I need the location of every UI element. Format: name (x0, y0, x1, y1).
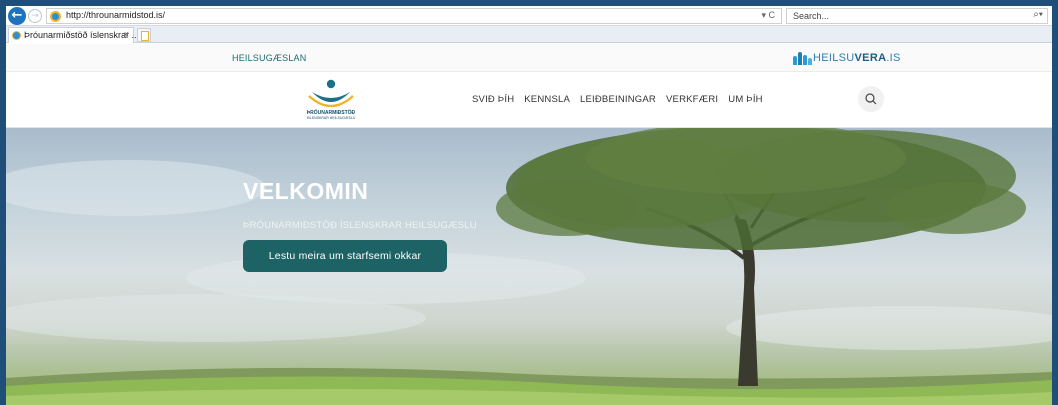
hero-subtitle: ÞRÓUNARMIÐSTÖÐ ÍSLENSKRAR HEILSUGÆSLU (243, 220, 477, 231)
window-frame: ← → http://throunarmidstod.is/ ▾ C Searc… (0, 0, 1058, 405)
heilsugaeslan-link[interactable]: HEILSUGÆSLAN (232, 53, 306, 63)
search-icon[interactable]: ⌕▾ (1033, 9, 1043, 20)
ie-page-icon (50, 11, 61, 22)
logo-line-2: ÍSLENSKRAR HEILSUGÆSLU (306, 116, 356, 120)
heilsuvera-people-icon (793, 51, 812, 65)
tab-bar: Þróunarmiðstöð íslenskrar ... × (6, 26, 1052, 43)
search-placeholder: Search... (793, 11, 830, 21)
tree-landscape-image (6, 128, 1052, 405)
menu-item-um-thih[interactable]: UM ÞÍH (728, 94, 762, 105)
browser-window: ← → http://throunarmidstod.is/ ▾ C Searc… (6, 6, 1052, 405)
hero-banner: VELKOMIN ÞRÓUNARMIÐSTÖÐ ÍSLENSKRAR HEILS… (6, 128, 1052, 405)
site-logo[interactable]: ÞRÓUNARMIÐSTÖÐ ÍSLENSKRAR HEILSUGÆSLU (306, 78, 356, 122)
logo-figure-icon (308, 79, 354, 108)
menu-item-kennsla[interactable]: KENNSLA (524, 94, 570, 105)
forward-arrow-icon[interactable]: → (28, 9, 42, 23)
site-top-bar: HEILSUGÆSLAN HEILSUVERA.IS (6, 44, 1052, 72)
ie-tab-icon (12, 31, 21, 40)
main-navigation: ÞRÓUNARMIÐSTÖÐ ÍSLENSKRAR HEILSUGÆSLU SV… (6, 72, 1052, 128)
address-bar[interactable]: http://throunarmidstod.is/ ▾ C (46, 8, 782, 24)
tab-active[interactable]: Þróunarmiðstöð íslenskrar ... × (8, 27, 139, 43)
address-bar-row: ← → http://throunarmidstod.is/ ▾ C Searc… (6, 6, 1052, 26)
site-search-button[interactable] (858, 86, 884, 112)
tab-close-icon[interactable]: × (124, 29, 129, 39)
new-tab-button[interactable] (137, 28, 151, 42)
browser-search-input[interactable]: Search... ⌕▾ (786, 8, 1048, 24)
hero-title: VELKOMIN (243, 178, 369, 204)
main-menu: SVIÐ ÞÍH KENNSLA LEIÐBEININGAR VERKFÆRI … (472, 94, 763, 105)
read-more-button[interactable]: Lestu meira um starfsemi okkar (243, 240, 447, 272)
menu-item-svid-thih[interactable]: SVIÐ ÞÍH (472, 94, 514, 105)
back-arrow-icon[interactable]: ← (8, 7, 26, 25)
menu-item-verkfaeri[interactable]: VERKFÆRI (666, 94, 718, 105)
magnifier-icon (865, 93, 877, 105)
menu-item-leidbeiningar[interactable]: LEIÐBEININGAR (580, 94, 656, 105)
heilsuvera-wordmark: HEILSUVERA.IS (813, 52, 901, 64)
url-text: http://throunarmidstod.is/ (66, 10, 166, 20)
refresh-icon[interactable]: ▾ C (761, 10, 775, 21)
tab-title: Þróunarmiðstöð íslenskrar ... (24, 30, 140, 40)
